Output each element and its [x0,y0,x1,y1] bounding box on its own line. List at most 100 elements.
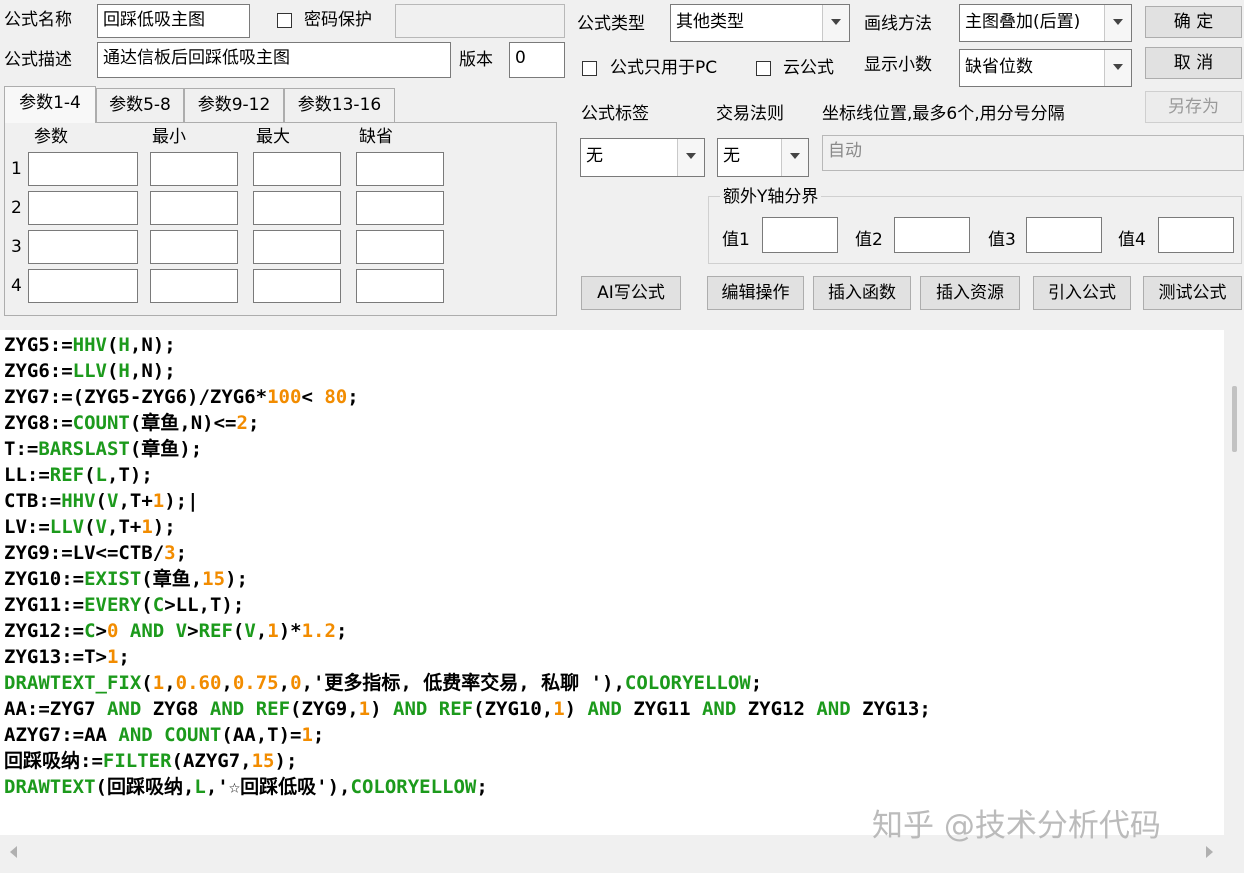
code-token: AND [816,698,851,720]
formula-type-value: 其他类型 [676,12,744,32]
draw-method-select[interactable]: 主图叠加(后置) [959,4,1132,42]
vertical-scroll-thumb[interactable] [1232,386,1237,452]
code-token: T:= [4,438,39,460]
code-line[interactable]: ZYG10:=EXIST(章鱼,15); [4,566,1224,592]
code-line[interactable]: 回踩吸纳:=FILTER(AZYG7,15); [4,748,1224,774]
param-3-name-input[interactable] [28,230,138,264]
formula-desc-input[interactable]: 通达信板后回踩低吸主图 [97,42,451,78]
code-line[interactable]: AZYG7:=AA AND COUNT(AA,T)=1; [4,722,1224,748]
param-4-min-input[interactable] [150,269,238,303]
code-line[interactable]: ZYG11:=EVERY(C>LL,T); [4,592,1224,618]
value3-input[interactable] [1026,217,1102,253]
trade-rule-select[interactable]: 无 [717,138,809,177]
param-2-max-input[interactable] [253,191,341,225]
code-line[interactable]: ZYG7:=(ZYG5-ZYG6)/ZYG6*100< 80; [4,384,1224,410]
code-token: ZYG12 [736,698,817,720]
code-line[interactable]: ZYG5:=HHV(H,N); [4,332,1224,358]
param-1-max-input[interactable] [253,152,341,186]
draw-method-value: 主图叠加(后置) [965,12,1081,32]
code-line[interactable]: DRAWTEXT_FIX(1,0.60,0.75,0,'更多指标, 低费率交易,… [4,670,1224,696]
param-2-min-input[interactable] [150,191,238,225]
code-token: C [152,594,165,616]
param-1-min-input[interactable] [150,152,238,186]
chevron-down-icon[interactable] [1104,5,1131,41]
pc-only-checkbox[interactable] [582,61,597,76]
code-token: 回踩吸纳:= [4,750,103,772]
password-protect-checkbox[interactable] [277,13,292,28]
code-token: EXIST [84,568,142,590]
code-editor[interactable]: ZYG5:=HHV(H,N); ZYG6:=LLV(H,N); ZYG7:=(ZYG… [0,330,1224,835]
param-3-max-input[interactable] [253,230,341,264]
chevron-down-icon[interactable] [677,139,704,176]
param-2-name-input[interactable] [28,191,138,225]
param-4-max-input[interactable] [253,269,341,303]
password-input[interactable] [395,4,565,38]
code-line[interactable]: ZYG13:=T>1; [4,644,1224,670]
axis-position-input[interactable]: 自动 [822,135,1244,171]
code-line[interactable]: DRAWTEXT(回踩吸纳,L,'☆回踩低吸'),COLORYELLOW; [4,774,1224,800]
code-line[interactable]: ZYG12:=C>0 AND V>REF(V,1)*1.2; [4,618,1224,644]
code-token: LL:= [4,464,50,486]
scroll-left-icon[interactable] [10,846,17,858]
param-2-default-input[interactable] [356,191,444,225]
cloud-formula-checkbox[interactable] [756,61,771,76]
chevron-down-icon[interactable] [1104,50,1131,86]
ai-write-formula-button[interactable]: AI写公式 [581,276,681,310]
value4-input[interactable] [1158,217,1234,253]
param-1-name-input[interactable] [28,152,138,186]
chevron-down-icon[interactable] [781,139,808,176]
value2-input[interactable] [894,217,970,253]
tab-params-9-12[interactable]: 参数9-12 [184,88,284,122]
code-token: ,N); [129,334,176,356]
insert-function-button[interactable]: 插入函数 [813,276,911,310]
cancel-button[interactable]: 取 消 [1145,47,1242,79]
code-token: (AZYG7, [171,750,252,772]
code-token: (回踩吸纳, [95,776,195,798]
decimal-select[interactable]: 缺省位数 [959,49,1132,87]
code-line[interactable]: ZYG6:=LLV(H,N); [4,358,1224,384]
param-3-min-input[interactable] [150,230,238,264]
version-input[interactable]: 0 [509,42,565,78]
code-line[interactable]: ZYG8:=COUNT(章鱼,N)<=2; [4,410,1224,436]
formula-desc-label: 公式描述 [4,50,72,70]
chevron-down-icon[interactable] [822,5,849,41]
code-line[interactable]: LL:=REF(L,T); [4,462,1224,488]
code-token: ( [106,360,119,382]
code-text[interactable]: ZYG5:=HHV(H,N); ZYG6:=LLV(H,N); ZYG7:=(ZYG… [0,330,1224,800]
import-formula-button[interactable]: 引入公式 [1033,276,1131,310]
code-line[interactable]: LV:=LLV(V,T+1); [4,514,1224,540]
formula-tag-select[interactable]: 无 [580,138,705,177]
code-line[interactable]: ZYG9:=LV<=CTB/3; [4,540,1224,566]
param-4-default-input[interactable] [356,269,444,303]
code-token: ); [274,750,298,772]
code-line[interactable]: T:=BARSLAST(章鱼); [4,436,1224,462]
code-line[interactable]: CTB:=HHV(V,T+1);| [4,488,1224,514]
param-3-default-input[interactable] [356,230,444,264]
code-token: 100 [267,386,302,408]
code-token: DRAWTEXT_FIX [4,672,142,694]
tab-params-13-16[interactable]: 参数13-16 [284,88,395,122]
param-4-name-input[interactable] [28,269,138,303]
edit-operation-button[interactable]: 编辑操作 [707,276,804,310]
code-token: > [95,620,107,642]
formula-name-input[interactable]: 回踩低吸主图 [97,4,250,38]
ok-button[interactable]: 确 定 [1145,6,1242,38]
code-token: L [194,776,206,798]
code-token: ZYG13:=T> [4,646,107,668]
formula-type-select[interactable]: 其他类型 [670,4,850,42]
draw-method-label: 画线方法 [864,14,932,34]
decimal-label: 显示小数 [864,55,932,75]
save-as-button[interactable]: 另存为 [1145,91,1242,123]
code-token: ,T+ [118,490,153,512]
tab-params-5-8[interactable]: 参数5-8 [96,88,184,122]
code-token: ( [141,672,153,694]
tab-params-1-4[interactable]: 参数1-4 [4,86,96,123]
code-line[interactable]: AA:=ZYG7 AND ZYG8 AND REF(ZYG9,1) AND RE… [4,696,1224,722]
test-formula-button[interactable]: 测试公式 [1143,276,1242,310]
scroll-right-icon[interactable] [1206,846,1213,858]
code-token: ; [118,646,130,668]
param-1-default-input[interactable] [356,152,444,186]
value1-input[interactable] [762,217,838,253]
insert-resource-button[interactable]: 插入资源 [920,276,1020,310]
